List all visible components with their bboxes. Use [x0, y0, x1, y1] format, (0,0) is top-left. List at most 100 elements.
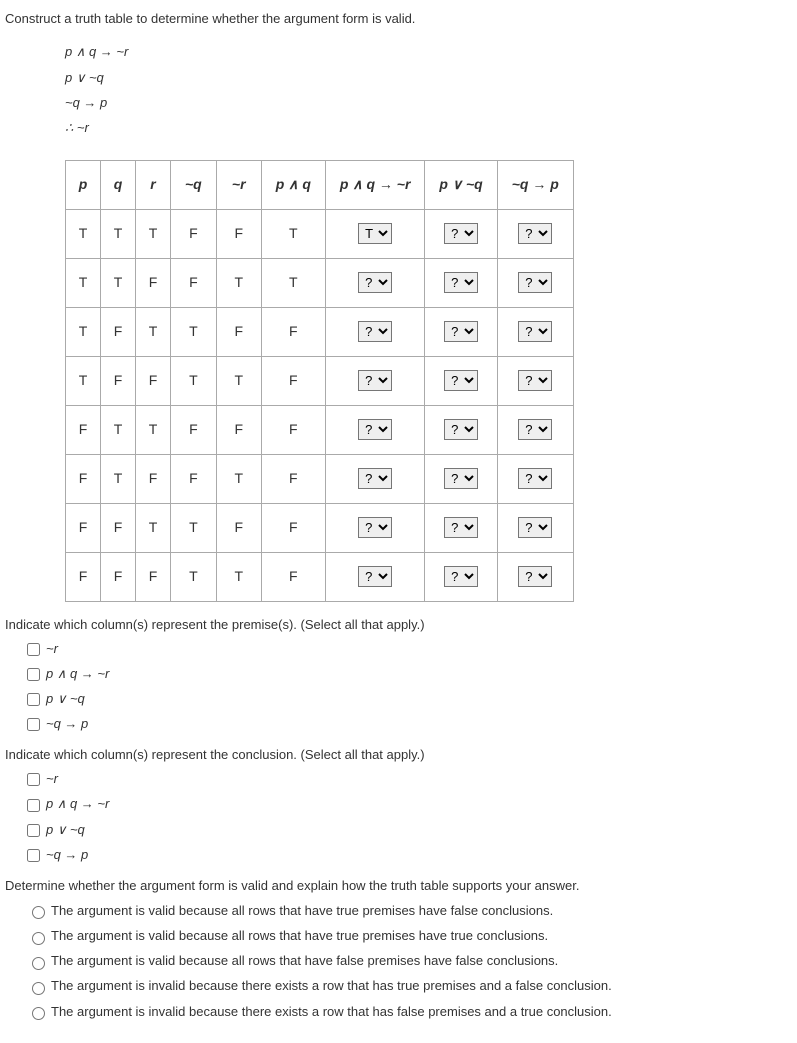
select-p-or-notq[interactable]: ?TF	[444, 517, 478, 538]
cell-notq-impl-p: ?TF	[497, 552, 573, 601]
select-p-or-notq[interactable]: ?TF	[444, 419, 478, 440]
cell-nr: F	[216, 307, 261, 356]
cell-r: F	[136, 356, 171, 405]
select-p-or-notq[interactable]: ?TF	[444, 321, 478, 342]
cell-notq-impl-p: ?TF	[497, 405, 573, 454]
select-notq-impl-p[interactable]: ?TF	[518, 321, 552, 342]
cell-pandq-notr: ?TF	[325, 307, 425, 356]
argument-form: p ∧ q → ~r p ∨ ~q ~q → p ∴ ~r	[65, 40, 792, 140]
cell-nq: F	[171, 454, 217, 503]
select-notq-impl-p[interactable]: ?TF	[518, 468, 552, 489]
header-notr: ~r	[216, 160, 261, 209]
cell-q: F	[101, 552, 136, 601]
cell-nq: T	[171, 552, 217, 601]
cell-pandq-notr: ?TF	[325, 454, 425, 503]
table-row: TFTTFF?TF?TF?TF	[66, 307, 574, 356]
option-label: ~r	[46, 641, 58, 656]
cell-p: F	[66, 405, 101, 454]
cell-r: T	[136, 307, 171, 356]
cell-notq-impl-p: ?TF	[497, 209, 573, 258]
select-pandq-notr[interactable]: ?TF	[358, 370, 392, 391]
cell-pandq: F	[261, 552, 325, 601]
conclusion-check-notq-impl-p[interactable]	[27, 849, 40, 862]
header-p-or-notq: p ∨ ~q	[425, 160, 497, 209]
cell-r: F	[136, 258, 171, 307]
cell-notq-impl-p: ?TF	[497, 356, 573, 405]
select-p-or-notq[interactable]: ?TF	[444, 272, 478, 293]
premise-check-notr[interactable]	[27, 643, 40, 656]
cell-p-or-notq: ?TF	[425, 307, 497, 356]
cell-pandq: F	[261, 454, 325, 503]
select-pandq-notr[interactable]: ?TF	[358, 272, 392, 293]
cell-p: F	[66, 454, 101, 503]
cell-pandq: T	[261, 209, 325, 258]
cell-nr: T	[216, 258, 261, 307]
option-label: p ∨ ~q	[46, 691, 85, 706]
select-p-or-notq[interactable]: ?TF	[444, 370, 478, 391]
select-notq-impl-p[interactable]: ?TF	[518, 419, 552, 440]
select-pandq-notr[interactable]: ?TF	[358, 223, 392, 244]
cell-pandq: T	[261, 258, 325, 307]
select-pandq-notr[interactable]: ?TF	[358, 468, 392, 489]
option-label: The argument is valid because all rows t…	[51, 903, 553, 918]
cell-notq-impl-p: ?TF	[497, 503, 573, 552]
header-p: p	[66, 160, 101, 209]
cell-nr: F	[216, 503, 261, 552]
option-label: p ∧ q → ~r	[46, 666, 109, 681]
conclusion-check-notr[interactable]	[27, 773, 40, 786]
cell-nq: T	[171, 307, 217, 356]
select-notq-impl-p[interactable]: ?TF	[518, 566, 552, 587]
cell-p-or-notq: ?TF	[425, 258, 497, 307]
select-notq-impl-p[interactable]: ?TF	[518, 272, 552, 293]
select-p-or-notq[interactable]: ?TF	[444, 468, 478, 489]
table-row: TFFTTF?TF?TF?TF	[66, 356, 574, 405]
cell-nr: T	[216, 552, 261, 601]
premise-check-p-or-notq[interactable]	[27, 693, 40, 706]
table-row: TTFFTT?TF?TF?TF	[66, 258, 574, 307]
cell-pandq-notr: ?TF	[325, 405, 425, 454]
cell-p-or-notq: ?TF	[425, 209, 497, 258]
cell-q: T	[101, 209, 136, 258]
select-pandq-notr[interactable]: ?TF	[358, 517, 392, 538]
header-r: r	[136, 160, 171, 209]
cell-r: F	[136, 552, 171, 601]
cell-p-or-notq: ?TF	[425, 454, 497, 503]
select-pandq-notr[interactable]: ?TF	[358, 321, 392, 342]
premise-check-notq-impl-p[interactable]	[27, 718, 40, 731]
select-p-or-notq[interactable]: ?TF	[444, 223, 478, 244]
validity-radio-b[interactable]	[32, 932, 45, 945]
header-pandq: p ∧ q	[261, 160, 325, 209]
option-label: ~q → p	[46, 716, 88, 731]
cell-pandq: F	[261, 356, 325, 405]
validity-radio-d[interactable]	[32, 982, 45, 995]
cell-p-or-notq: ?TF	[425, 356, 497, 405]
question-text: Construct a truth table to determine whe…	[5, 10, 792, 28]
cell-nq: F	[171, 405, 217, 454]
validity-radio-e[interactable]	[32, 1007, 45, 1020]
select-notq-impl-p[interactable]: ?TF	[518, 517, 552, 538]
cell-nq: F	[171, 258, 217, 307]
cell-notq-impl-p: ?TF	[497, 307, 573, 356]
cell-q: F	[101, 356, 136, 405]
validity-radio-c[interactable]	[32, 957, 45, 970]
select-notq-impl-p[interactable]: ?TF	[518, 370, 552, 391]
option-label: ~q → p	[46, 847, 88, 862]
cell-q: F	[101, 307, 136, 356]
premise-check-pandq-notr[interactable]	[27, 668, 40, 681]
cell-nr: F	[216, 405, 261, 454]
cell-pandq-notr: ?TF	[325, 356, 425, 405]
select-p-or-notq[interactable]: ?TF	[444, 566, 478, 587]
validity-radio-a[interactable]	[32, 906, 45, 919]
conclusion-check-pandq-notr[interactable]	[27, 799, 40, 812]
cell-q: T	[101, 405, 136, 454]
conclusion-check-p-or-notq[interactable]	[27, 824, 40, 837]
premise-1: p ∧ q → ~r	[65, 40, 792, 63]
cell-pandq: F	[261, 405, 325, 454]
cell-notq-impl-p: ?TF	[497, 258, 573, 307]
conclusion-options: ~r p ∧ q → ~r p ∨ ~q ~q → p	[23, 770, 792, 864]
select-notq-impl-p[interactable]: ?TF	[518, 223, 552, 244]
conclusion-line: ∴ ~r	[65, 116, 792, 139]
select-pandq-notr[interactable]: ?TF	[358, 566, 392, 587]
validity-prompt: Determine whether the argument form is v…	[5, 877, 792, 895]
select-pandq-notr[interactable]: ?TF	[358, 419, 392, 440]
